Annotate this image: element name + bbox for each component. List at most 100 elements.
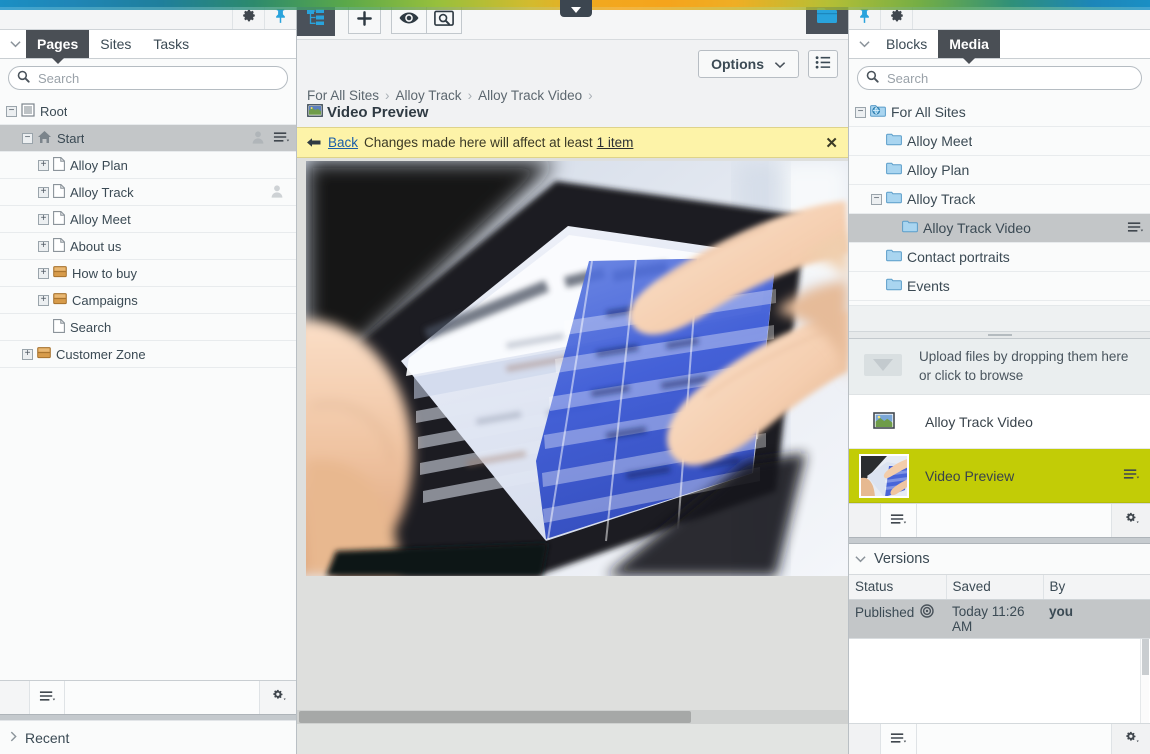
page-tree-item[interactable]: + Alloy Plan [0,152,296,179]
media-list-menu-button[interactable] [881,504,917,537]
preview-horizontal-scrollbar[interactable] [297,710,848,724]
tab-tasks[interactable]: Tasks [142,30,200,58]
content-list-view-button[interactable] [808,50,838,78]
pages-search-box[interactable] [8,66,288,90]
page-tree-item[interactable]: + How to buy [0,260,296,287]
tree-expander-plus[interactable]: + [38,294,49,306]
media-folder-context-menu-button[interactable] [1127,221,1144,236]
tree-expander-plus[interactable]: + [38,267,49,279]
tree-expander-minus[interactable]: − [6,105,17,117]
tree-expander-placeholder [871,252,882,263]
versions-column-by[interactable]: By [1043,575,1150,600]
left-footer-toolbar-area [65,681,260,714]
page-tree-item[interactable]: + Alloy Meet [0,206,296,233]
upload-dropzone[interactable]: Upload files by dropping them here or cl… [849,339,1150,395]
tab-pages-label: Pages [37,36,79,52]
versions-scrollbar-thumb[interactable] [1142,638,1149,675]
page-tree-item[interactable]: + About us [0,233,296,260]
list-icon [815,55,832,73]
versions-table-row[interactable]: Published Today 11:26 AM you [849,599,1150,639]
tab-media[interactable]: Media [938,30,1000,64]
media-search-box[interactable] [857,66,1142,90]
page-tree-item[interactable]: Search [0,314,296,341]
globe-folder-icon [870,104,886,121]
page-tree-item[interactable]: + Alloy Track [0,179,296,206]
tree-expander-plus[interactable]: + [38,213,49,225]
versions-empty-area [849,638,1150,723]
recent-section-header[interactable]: Recent [0,720,296,754]
folder-icon [886,249,902,265]
media-footer-spacer [849,504,881,537]
tree-expander-plus[interactable]: + [22,348,33,360]
page-icon [53,210,65,228]
tree-expander-plus[interactable]: + [38,240,49,252]
page-tree-item-label: Customer Zone [56,346,146,362]
options-button[interactable]: Options [698,50,799,78]
media-tree-item[interactable]: Events [849,272,1150,301]
media-list-settings-button[interactable] [1112,504,1150,537]
folder-icon [886,191,902,207]
versions-panel-splitter[interactable] [849,537,1150,544]
media-tree-item-label: Events [907,278,950,294]
tab-sites[interactable]: Sites [89,30,142,58]
preview-area [297,158,848,724]
media-list-item[interactable]: Alloy Track Video [849,395,1150,449]
breadcrumb-item[interactable]: Alloy Track Video [478,88,582,103]
sitemap-icon [306,8,326,29]
page-context-menu-button[interactable] [273,131,290,146]
page-tree-item[interactable]: − Start [0,125,296,152]
breadcrumb-item[interactable]: Alloy Track [396,88,462,103]
versions-settings-button[interactable] [1112,724,1150,754]
media-list-item[interactable]: Video Preview [849,449,1150,503]
notice-item-link[interactable]: 1 item [597,135,634,150]
tree-expander-minus[interactable]: − [855,106,866,118]
page-title-text: Video Preview [327,104,429,121]
media-item-context-menu-button[interactable] [1123,468,1140,483]
left-panel-collapse-toggle[interactable] [4,30,26,58]
page-tree-item[interactable]: + Customer Zone [0,341,296,368]
tab-pages[interactable]: Pages [26,30,90,64]
versions-footer-spacer [849,724,881,754]
media-tree-item[interactable]: Alloy Track Video [849,214,1150,243]
versions-footer-toolbar-area [917,724,1112,754]
media-tree-item[interactable]: Contact portraits [849,243,1150,272]
versions-section-header[interactable]: Versions [849,544,1150,575]
page-tree-item[interactable]: − Root [0,98,296,125]
pages-search-input[interactable] [36,69,279,87]
global-menu-pull-tab[interactable] [560,0,592,17]
page-tree-item-label: Root [40,103,68,119]
versions-scrollbar[interactable] [1140,638,1149,723]
container-icon [37,346,51,362]
breadcrumb-item[interactable]: For All Sites [307,88,379,103]
notification-bar: Back Changes made here will affect at le… [297,127,848,158]
version-saved-cell: Today 11:26 AM [946,599,1043,639]
scrollbar-thumb[interactable] [299,711,691,723]
media-tree-item[interactable]: Alloy Meet [849,127,1150,156]
media-tree-item[interactable]: − For All Sites [849,98,1150,127]
pages-tree-menu-button[interactable] [30,681,65,714]
pages-tree-settings-button[interactable] [260,681,296,714]
tree-expander-placeholder [38,322,49,333]
tab-sites-label: Sites [100,36,132,52]
assets-panel-collapse-toggle[interactable] [853,30,875,58]
media-search-input[interactable] [885,69,1133,87]
close-icon[interactable]: ✕ [825,134,838,152]
notice-back-link[interactable]: Back [328,135,358,150]
tree-expander-plus[interactable]: + [38,159,49,171]
upload-instructions: Upload files by dropping them here or cl… [919,348,1128,384]
media-tree-item[interactable]: Alloy Plan [849,156,1150,185]
tree-expander-minus[interactable]: − [871,193,882,205]
versions-menu-button[interactable] [881,724,917,754]
left-panel-tabs: Pages Sites Tasks [0,30,296,64]
media-panel-splitter[interactable] [849,331,1150,339]
tree-expander-plus[interactable]: + [38,186,49,198]
versions-table: Status Saved By Published Today 11:26 AM y… [849,575,1150,639]
published-icon [920,603,934,621]
page-tree-item[interactable]: + Campaigns [0,287,296,314]
hamburger-menu-icon [39,690,56,705]
media-tree-item[interactable]: − Alloy Track [849,185,1150,214]
tree-expander-minus[interactable]: − [22,132,33,144]
tab-blocks[interactable]: Blocks [875,30,938,58]
versions-column-status[interactable]: Status [849,575,947,600]
versions-column-saved[interactable]: Saved [946,575,1044,600]
